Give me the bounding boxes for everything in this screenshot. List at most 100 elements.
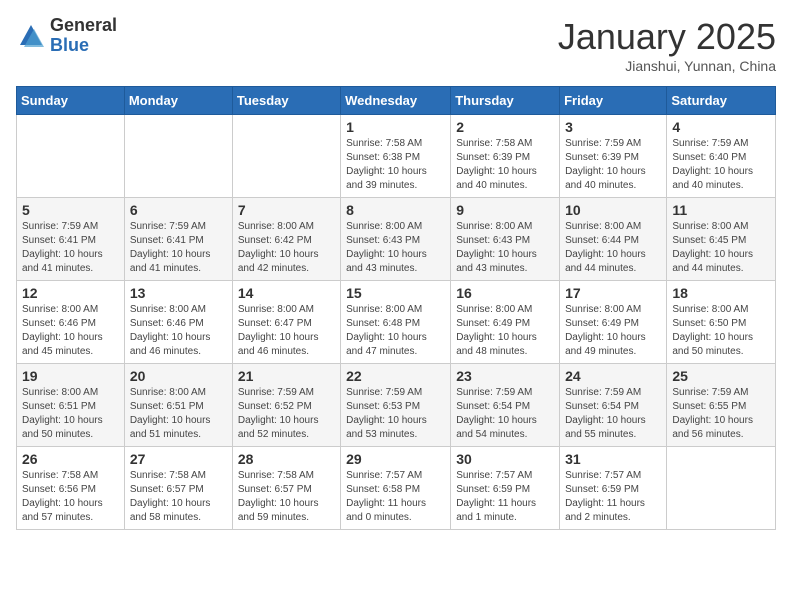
- week-row-3: 12 Sunrise: 8:00 AM Sunset: 6:46 PM Dayli…: [17, 281, 776, 364]
- location-subtitle: Jianshui, Yunnan, China: [558, 58, 776, 74]
- day-cell: 15 Sunrise: 8:00 AM Sunset: 6:48 PM Dayli…: [341, 281, 451, 364]
- weekday-header-thursday: Thursday: [451, 87, 560, 115]
- day-number: 30: [456, 451, 554, 467]
- day-cell: 2 Sunrise: 7:58 AM Sunset: 6:39 PM Daylig…: [451, 115, 560, 198]
- day-number: 16: [456, 285, 554, 301]
- day-number: 8: [346, 202, 445, 218]
- day-info: Sunrise: 7:59 AM Sunset: 6:53 PM Dayligh…: [346, 386, 445, 442]
- day-info: Sunrise: 7:59 AM Sunset: 6:39 PM Dayligh…: [565, 137, 661, 193]
- day-info: Sunrise: 7:57 AM Sunset: 6:59 PM Dayligh…: [456, 469, 554, 525]
- day-number: 4: [672, 119, 770, 135]
- day-number: 9: [456, 202, 554, 218]
- weekday-header-sunday: Sunday: [17, 87, 125, 115]
- day-info: Sunrise: 8:00 AM Sunset: 6:47 PM Dayligh…: [238, 303, 335, 359]
- day-info: Sunrise: 7:59 AM Sunset: 6:55 PM Dayligh…: [672, 386, 770, 442]
- day-cell: 25 Sunrise: 7:59 AM Sunset: 6:55 PM Dayli…: [667, 364, 776, 447]
- day-number: 25: [672, 368, 770, 384]
- day-cell: 10 Sunrise: 8:00 AM Sunset: 6:44 PM Dayli…: [560, 198, 667, 281]
- day-info: Sunrise: 8:00 AM Sunset: 6:50 PM Dayligh…: [672, 303, 770, 359]
- day-cell: [17, 115, 125, 198]
- day-cell: 21Sunrise: 7:59 AM Sunset: 6:52 PM Dayli…: [232, 364, 340, 447]
- day-number: 23: [456, 368, 554, 384]
- day-info: Sunrise: 8:00 AM Sunset: 6:49 PM Dayligh…: [456, 303, 554, 359]
- day-cell: 14 Sunrise: 8:00 AM Sunset: 6:47 PM Dayli…: [232, 281, 340, 364]
- day-number: 6: [130, 202, 227, 218]
- logo-icon: [16, 21, 46, 51]
- day-number: 7: [238, 202, 335, 218]
- weekday-header-monday: Monday: [124, 87, 232, 115]
- title-block: January 2025 Jianshui, Yunnan, China: [558, 16, 776, 74]
- day-info: Sunrise: 7:57 AM Sunset: 6:59 PM Dayligh…: [565, 469, 661, 525]
- day-number: 2: [456, 119, 554, 135]
- day-number: 1: [346, 119, 445, 135]
- day-cell: 20 Sunrise: 8:00 AM Sunset: 6:51 PM Dayli…: [124, 364, 232, 447]
- day-cell: 28 Sunrise: 7:58 AM Sunset: 6:57 PM Dayli…: [232, 447, 340, 530]
- week-row-1: 1Sunrise: 7:58 AM Sunset: 6:38 PM Daylig…: [17, 115, 776, 198]
- day-info: Sunrise: 7:59 AM Sunset: 6:54 PM Dayligh…: [456, 386, 554, 442]
- day-cell: [232, 115, 340, 198]
- day-info: Sunrise: 7:57 AM Sunset: 6:58 PM Dayligh…: [346, 469, 445, 525]
- day-info: Sunrise: 7:59 AM Sunset: 6:54 PM Dayligh…: [565, 386, 661, 442]
- day-number: 21: [238, 368, 335, 384]
- day-info: Sunrise: 8:00 AM Sunset: 6:51 PM Dayligh…: [22, 386, 119, 442]
- weekday-header-friday: Friday: [560, 87, 667, 115]
- day-number: 26: [22, 451, 119, 467]
- day-cell: 6Sunrise: 7:59 AM Sunset: 6:41 PM Daylig…: [124, 198, 232, 281]
- day-cell: 11 Sunrise: 8:00 AM Sunset: 6:45 PM Dayli…: [667, 198, 776, 281]
- day-cell: 8Sunrise: 8:00 AM Sunset: 6:43 PM Daylig…: [341, 198, 451, 281]
- day-number: 11: [672, 202, 770, 218]
- week-row-5: 26 Sunrise: 7:58 AM Sunset: 6:56 PM Dayli…: [17, 447, 776, 530]
- day-info: Sunrise: 7:58 AM Sunset: 6:56 PM Dayligh…: [22, 469, 119, 525]
- logo-blue: Blue: [50, 36, 117, 56]
- day-number: 15: [346, 285, 445, 301]
- day-cell: 7Sunrise: 8:00 AM Sunset: 6:42 PM Daylig…: [232, 198, 340, 281]
- day-info: Sunrise: 7:59 AM Sunset: 6:40 PM Dayligh…: [672, 137, 770, 193]
- day-number: 12: [22, 285, 119, 301]
- day-number: 31: [565, 451, 661, 467]
- day-info: Sunrise: 8:00 AM Sunset: 6:51 PM Dayligh…: [130, 386, 227, 442]
- day-cell: [667, 447, 776, 530]
- day-info: Sunrise: 8:00 AM Sunset: 6:44 PM Dayligh…: [565, 220, 661, 276]
- day-cell: 16 Sunrise: 8:00 AM Sunset: 6:49 PM Dayli…: [451, 281, 560, 364]
- weekday-header-tuesday: Tuesday: [232, 87, 340, 115]
- day-number: 28: [238, 451, 335, 467]
- day-number: 17: [565, 285, 661, 301]
- day-cell: 24 Sunrise: 7:59 AM Sunset: 6:54 PM Dayli…: [560, 364, 667, 447]
- weekday-header-row: SundayMondayTuesdayWednesdayThursdayFrid…: [17, 87, 776, 115]
- day-number: 5: [22, 202, 119, 218]
- day-info: Sunrise: 7:58 AM Sunset: 6:57 PM Dayligh…: [130, 469, 227, 525]
- week-row-2: 5Sunrise: 7:59 AM Sunset: 6:41 PM Daylig…: [17, 198, 776, 281]
- day-number: 24: [565, 368, 661, 384]
- day-info: Sunrise: 7:58 AM Sunset: 6:57 PM Dayligh…: [238, 469, 335, 525]
- day-cell: 31 Sunrise: 7:57 AM Sunset: 6:59 PM Dayli…: [560, 447, 667, 530]
- day-number: 22: [346, 368, 445, 384]
- day-number: 3: [565, 119, 661, 135]
- week-row-4: 19Sunrise: 8:00 AM Sunset: 6:51 PM Dayli…: [17, 364, 776, 447]
- day-info: Sunrise: 8:00 AM Sunset: 6:49 PM Dayligh…: [565, 303, 661, 359]
- day-info: Sunrise: 7:58 AM Sunset: 6:39 PM Dayligh…: [456, 137, 554, 193]
- weekday-header-wednesday: Wednesday: [341, 87, 451, 115]
- logo-general: General: [50, 16, 117, 36]
- day-number: 10: [565, 202, 661, 218]
- day-info: Sunrise: 8:00 AM Sunset: 6:46 PM Dayligh…: [130, 303, 227, 359]
- day-cell: 18Sunrise: 8:00 AM Sunset: 6:50 PM Dayli…: [667, 281, 776, 364]
- day-number: 20: [130, 368, 227, 384]
- day-number: 14: [238, 285, 335, 301]
- day-cell: 3 Sunrise: 7:59 AM Sunset: 6:39 PM Daylig…: [560, 115, 667, 198]
- day-info: Sunrise: 8:00 AM Sunset: 6:48 PM Dayligh…: [346, 303, 445, 359]
- day-cell: 13 Sunrise: 8:00 AM Sunset: 6:46 PM Dayli…: [124, 281, 232, 364]
- day-cell: 1Sunrise: 7:58 AM Sunset: 6:38 PM Daylig…: [341, 115, 451, 198]
- day-number: 13: [130, 285, 227, 301]
- day-cell: 12 Sunrise: 8:00 AM Sunset: 6:46 PM Dayli…: [17, 281, 125, 364]
- day-info: Sunrise: 8:00 AM Sunset: 6:46 PM Dayligh…: [22, 303, 119, 359]
- calendar-table: SundayMondayTuesdayWednesdayThursdayFrid…: [16, 86, 776, 530]
- day-cell: 17 Sunrise: 8:00 AM Sunset: 6:49 PM Dayli…: [560, 281, 667, 364]
- logo-text: General Blue: [50, 16, 117, 56]
- day-cell: 23 Sunrise: 7:59 AM Sunset: 6:54 PM Dayli…: [451, 364, 560, 447]
- page-header: General Blue January 2025 Jianshui, Yunn…: [16, 16, 776, 74]
- month-title: January 2025: [558, 16, 776, 58]
- day-info: Sunrise: 8:00 AM Sunset: 6:45 PM Dayligh…: [672, 220, 770, 276]
- day-cell: 27 Sunrise: 7:58 AM Sunset: 6:57 PM Dayli…: [124, 447, 232, 530]
- weekday-header-saturday: Saturday: [667, 87, 776, 115]
- day-number: 27: [130, 451, 227, 467]
